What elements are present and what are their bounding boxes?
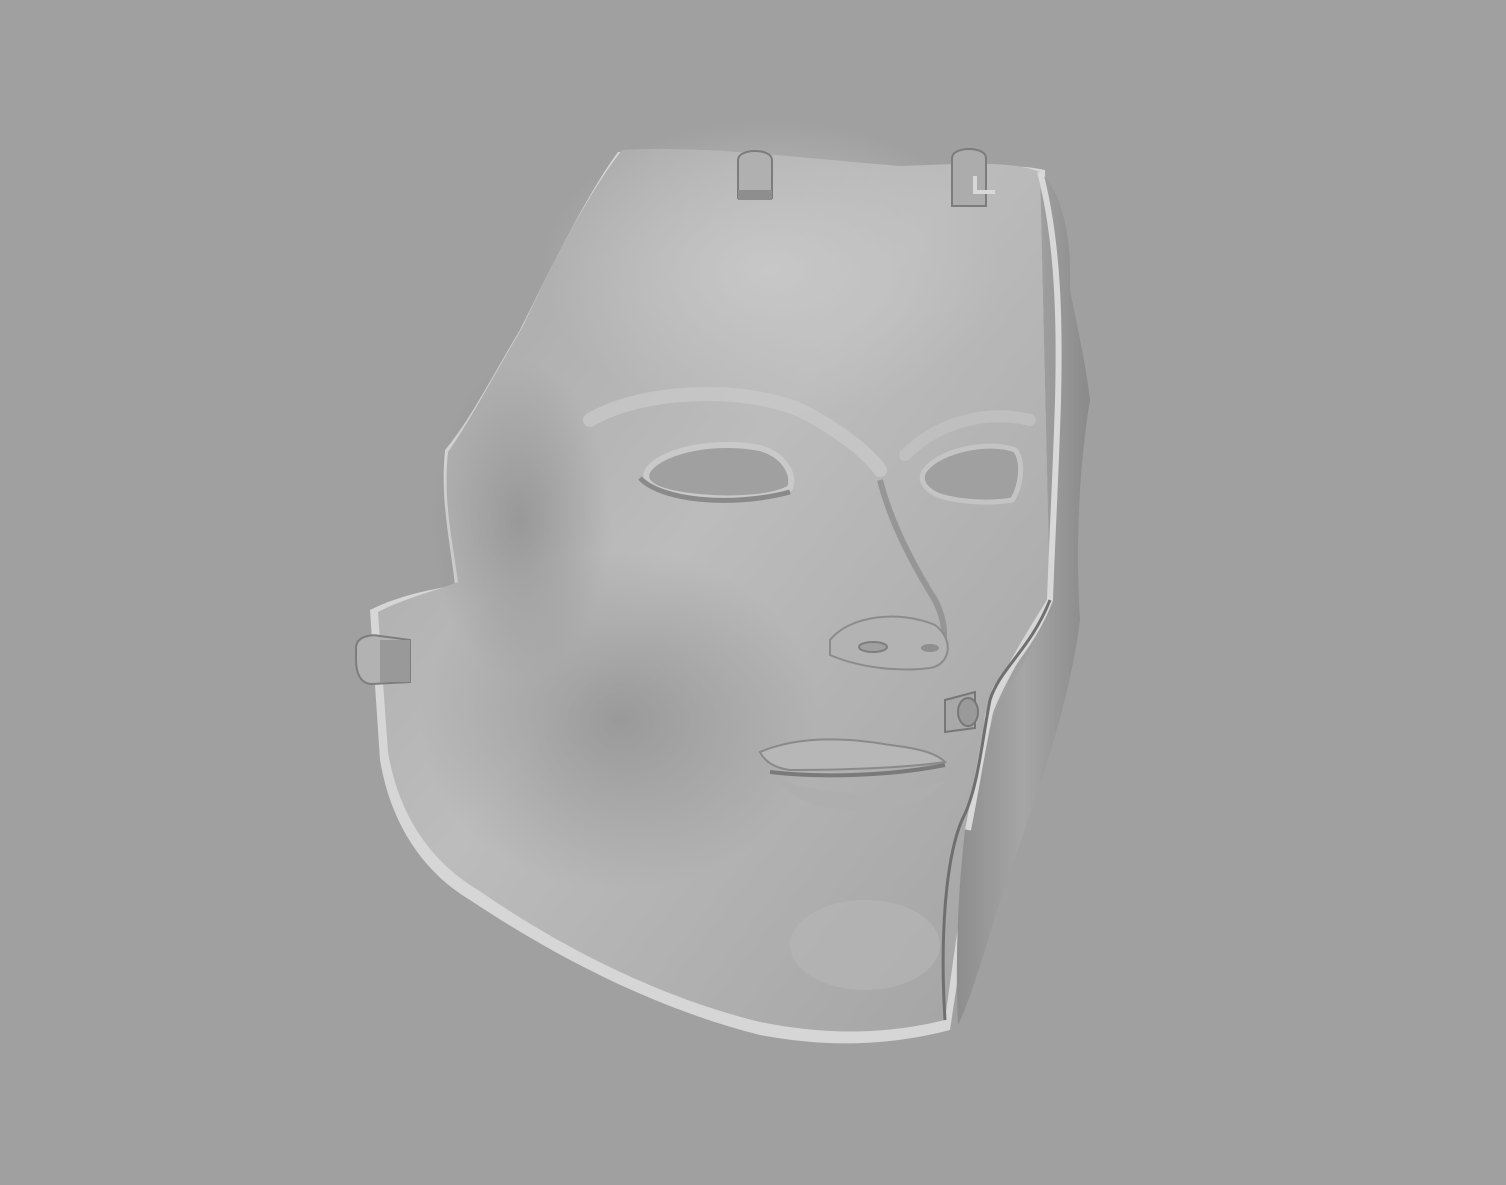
nostril-hole (858, 641, 888, 653)
nostril-right (921, 644, 939, 652)
left-eye-hole (643, 441, 795, 502)
side-mount-tab (355, 634, 411, 686)
top-mount-tab-left (737, 150, 773, 200)
chin (790, 900, 940, 990)
temple-shade (430, 360, 610, 680)
mouth-corner-peg (944, 690, 979, 734)
mask-render-scene (355, 120, 1090, 1044)
render-viewport (0, 0, 1506, 1185)
